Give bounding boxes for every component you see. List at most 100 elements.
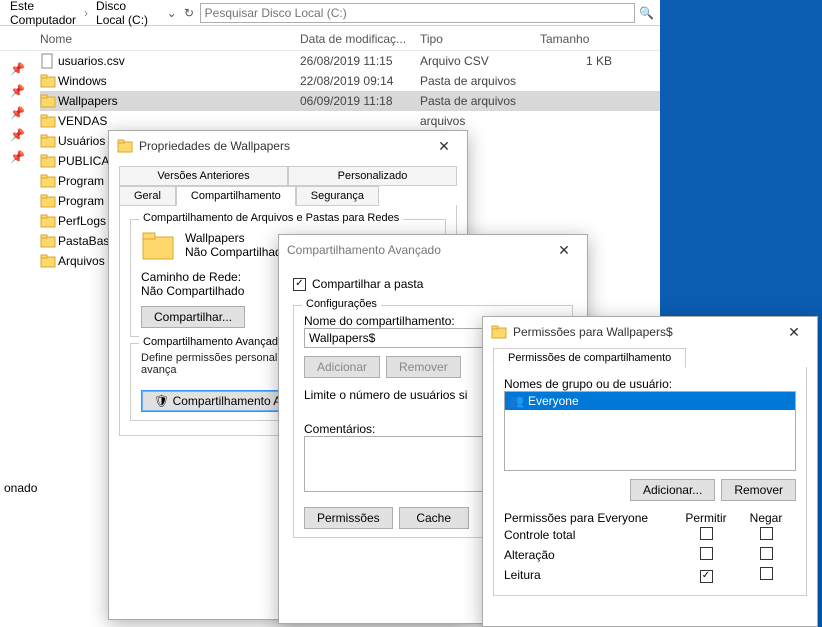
close-icon[interactable]: ✕ <box>549 242 579 259</box>
refresh-icon[interactable]: ↻ <box>182 3 195 23</box>
file-name: usuarios.csv <box>58 54 300 68</box>
file-icon <box>40 53 58 69</box>
folder-name: Wallpapers <box>185 231 288 245</box>
folder-icon <box>40 254 58 268</box>
tabs-row2: Geral Compartilhamento Segurança <box>109 185 467 205</box>
file-name: VENDAS <box>58 114 300 128</box>
add-button[interactable]: Adicionar... <box>630 479 715 501</box>
deny-checkbox[interactable] <box>760 567 773 580</box>
tabs-row1: Versões Anteriores Personalizado <box>109 161 467 185</box>
file-type: Arquivo CSV <box>420 54 540 68</box>
tab-custom[interactable]: Personalizado <box>288 166 457 186</box>
pin-icon: 📌 <box>10 128 25 142</box>
sidebar-fragment: onado <box>0 479 41 497</box>
permissions-dialog: Permissões para Wallpapers$ ✕ Permissões… <box>482 316 818 627</box>
search-icon[interactable]: 🔍 <box>639 3 654 23</box>
col-type[interactable]: Tipo <box>420 32 540 46</box>
folder-icon <box>40 94 58 108</box>
permissions-button[interactable]: Permissões <box>304 507 393 529</box>
shield-icon: 🛡 <box>154 394 169 408</box>
folder-icon <box>40 194 58 208</box>
file-size: 1 KB <box>540 54 620 68</box>
folder-icon <box>40 114 58 128</box>
file-name: Wallpapers <box>58 94 300 108</box>
folder-icon <box>117 138 133 154</box>
dialog-title: Compartilhamento Avançado <box>287 243 543 257</box>
list-item-label: Everyone <box>528 394 579 408</box>
perm-name: Controle total <box>504 528 676 542</box>
pin-icon: 📌 <box>10 62 25 76</box>
users-icon: 👥 <box>509 394 524 408</box>
folder-icon <box>40 134 58 148</box>
table-row[interactable]: Windows22/08/2019 09:14Pasta de arquivos <box>40 71 660 91</box>
users-listbox[interactable]: 👥 Everyone <box>504 391 796 471</box>
search-input[interactable] <box>200 3 635 23</box>
tab-security[interactable]: Segurança <box>296 186 379 206</box>
perm-name: Leitura <box>504 568 676 582</box>
folder-icon <box>491 324 507 340</box>
close-icon[interactable]: ✕ <box>429 138 459 155</box>
column-headers: Nome Data de modificaç... Tipo Tamanho <box>0 26 660 51</box>
group-title: Compartilhamento Avançado <box>139 336 288 348</box>
allow-checkbox[interactable] <box>700 547 713 560</box>
file-type: Pasta de arquivos <box>420 94 540 108</box>
breadcrumb[interactable]: Disco Local (C:) <box>92 0 157 29</box>
folder-icon <box>40 234 58 248</box>
share-status: Não Compartilhado <box>185 245 288 259</box>
pin-icon: 📌 <box>10 106 25 120</box>
file-type: Pasta de arquivos <box>420 74 540 88</box>
breadcrumb[interactable]: Este Computador <box>6 0 80 29</box>
file-date: 26/08/2019 11:15 <box>300 54 420 68</box>
remove-button[interactable]: Remover <box>721 479 796 501</box>
table-row[interactable]: Wallpapers06/09/2019 11:18Pasta de arqui… <box>40 91 660 111</box>
pin-icon: 📌 <box>10 150 25 164</box>
list-item[interactable]: 👥 Everyone <box>505 392 795 410</box>
dialog-titlebar: Permissões para Wallpapers$ ✕ <box>483 317 817 347</box>
file-type: arquivos <box>420 114 540 128</box>
file-name: Windows <box>58 74 300 88</box>
group-title: Compartilhamento de Arquivos e Pastas pa… <box>139 212 403 224</box>
deny-checkbox[interactable] <box>760 527 773 540</box>
permission-row: Controle total <box>504 525 796 545</box>
cache-button[interactable]: Cache <box>399 507 469 529</box>
col-name[interactable]: Nome <box>40 32 300 46</box>
checkbox-icon[interactable] <box>293 278 306 291</box>
permission-row: Leitura <box>504 565 796 585</box>
dropdown-icon[interactable]: ⌄ <box>165 3 178 23</box>
folder-icon <box>40 214 58 228</box>
table-row[interactable]: VENDAS arquivos <box>40 111 660 131</box>
allow-checkbox[interactable] <box>700 527 713 540</box>
share-button[interactable]: Compartilhar... <box>141 306 245 328</box>
col-date[interactable]: Data de modificaç... <box>300 32 420 46</box>
pin-icon: 📌 <box>10 84 25 98</box>
deny-checkbox[interactable] <box>760 547 773 560</box>
file-date: 06/09/2019 11:18 <box>300 94 420 108</box>
tab-sharing[interactable]: Compartilhamento <box>176 186 296 206</box>
allow-checkbox[interactable] <box>700 570 713 583</box>
perms-for-label: Permissões para Everyone <box>504 511 676 525</box>
share-folder-checkbox[interactable]: Compartilhar a pasta <box>293 277 573 291</box>
folder-icon <box>40 154 58 168</box>
allow-header: Permitir <box>676 511 736 525</box>
tab-previous-versions[interactable]: Versões Anteriores <box>119 166 288 186</box>
folder-icon <box>40 174 58 188</box>
add-button[interactable]: Adicionar <box>304 356 380 378</box>
permission-rows: Controle total Alteração Leitura <box>504 525 796 585</box>
table-row[interactable]: usuarios.csv26/08/2019 11:15Arquivo CSV1… <box>40 51 660 71</box>
groups-label: Nomes de grupo ou de usuário: <box>504 377 796 391</box>
chevron-right-icon[interactable]: › <box>84 6 88 20</box>
checkbox-label: Compartilhar a pasta <box>312 277 423 291</box>
permission-row: Alteração <box>504 545 796 565</box>
group-title: Configurações <box>302 298 381 310</box>
dialog-title: Propriedades de Wallpapers <box>139 139 423 153</box>
dialog-titlebar: Propriedades de Wallpapers ✕ <box>109 131 467 161</box>
perm-name: Alteração <box>504 548 676 562</box>
tab-share-permissions[interactable]: Permissões de compartilhamento <box>493 348 686 368</box>
tab-general[interactable]: Geral <box>119 186 176 206</box>
dialog-title: Permissões para Wallpapers$ <box>513 325 773 339</box>
col-size[interactable]: Tamanho <box>540 32 620 46</box>
address-bar: Este Computador › Disco Local (C:) ⌄ ↻ 🔍 <box>0 0 660 26</box>
folder-icon <box>141 228 175 262</box>
close-icon[interactable]: ✕ <box>779 324 809 341</box>
remove-button[interactable]: Remover <box>386 356 461 378</box>
